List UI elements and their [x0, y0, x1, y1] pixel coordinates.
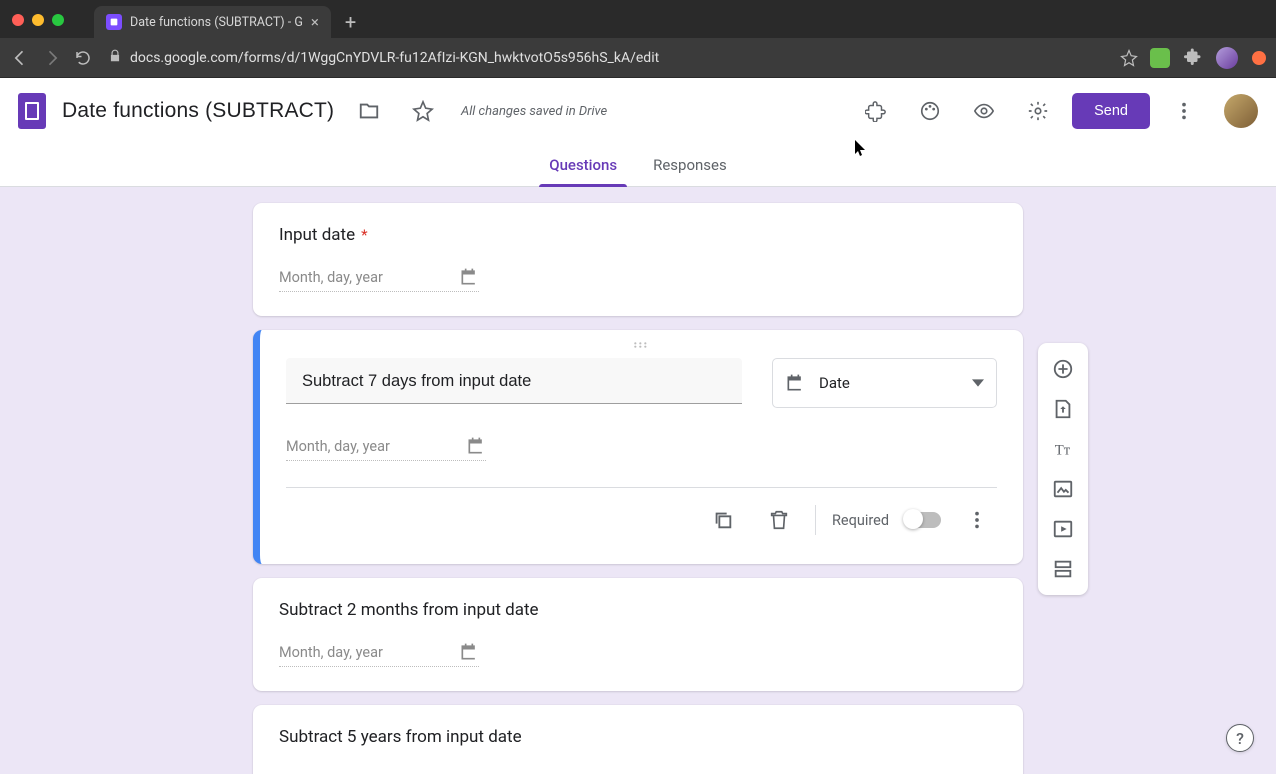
- date-answer-preview: Month, day, year: [279, 642, 479, 667]
- browser-tab-title: Date functions (SUBTRACT) - G: [130, 15, 303, 30]
- question-title-text: Subtract 5 years from input date: [279, 727, 522, 747]
- send-button[interactable]: Send: [1072, 93, 1150, 129]
- add-title-button[interactable]: Tᴛ: [1042, 429, 1084, 469]
- question-more-button[interactable]: [957, 500, 997, 540]
- forms-logo-icon[interactable]: [18, 93, 46, 129]
- add-video-button[interactable]: [1042, 509, 1084, 549]
- window-maximize-icon[interactable]: [52, 14, 64, 26]
- calendar-icon: [466, 436, 486, 456]
- question-title: Subtract 5 years from input date: [279, 727, 997, 747]
- extension-icon[interactable]: [1150, 48, 1170, 68]
- save-status: All changes saved in Drive: [461, 104, 607, 119]
- tab-close-icon[interactable]: ×: [311, 15, 319, 30]
- date-placeholder: Month, day, year: [279, 269, 441, 286]
- browser-toolbar: docs.google.com/forms/d/1WggCnYDVLR-fu12…: [0, 38, 1276, 78]
- question-title: Subtract 2 months from input date: [279, 600, 997, 620]
- browser-toolbar-right: [1150, 47, 1266, 69]
- question-card[interactable]: Subtract 5 years from input date: [253, 705, 1023, 774]
- extensions-puzzle-icon[interactable]: [1184, 47, 1202, 69]
- update-indicator-icon[interactable]: [1252, 51, 1266, 65]
- question-type-select[interactable]: Date: [772, 358, 997, 408]
- chevron-down-icon: [972, 377, 984, 389]
- app-header: All changes saved in Drive Send: [0, 78, 1276, 144]
- duplicate-button[interactable]: [703, 500, 743, 540]
- footer-separator: [815, 505, 816, 535]
- browser-tab[interactable]: Date functions (SUBTRACT) - G ×: [94, 6, 331, 38]
- question-title-input[interactable]: [286, 358, 742, 404]
- settings-button[interactable]: [1018, 91, 1058, 131]
- question-title-text: Subtract 2 months from input date: [279, 600, 539, 620]
- svg-text:Tᴛ: Tᴛ: [1055, 443, 1071, 459]
- tab-questions[interactable]: Questions: [545, 144, 621, 186]
- more-menu-button[interactable]: [1164, 91, 1204, 131]
- date-answer-preview: Month, day, year: [279, 267, 479, 292]
- window-controls: [0, 14, 64, 38]
- add-question-button[interactable]: [1042, 349, 1084, 389]
- question-title-text: Input date: [279, 225, 355, 245]
- window-close-icon[interactable]: [12, 14, 24, 26]
- question-card-footer: Required: [286, 488, 997, 540]
- form-tabs: Questions Responses: [0, 144, 1276, 187]
- calendar-icon: [785, 373, 805, 393]
- add-section-button[interactable]: [1042, 549, 1084, 589]
- delete-button[interactable]: [759, 500, 799, 540]
- question-card[interactable]: Input date * Month, day, year: [253, 203, 1023, 316]
- calendar-icon: [459, 267, 479, 287]
- address-bar[interactable]: docs.google.com/forms/d/1WggCnYDVLR-fu12…: [108, 49, 1108, 67]
- lock-icon: [108, 49, 122, 67]
- url-text: docs.google.com/forms/d/1WggCnYDVLR-fu12…: [130, 50, 659, 66]
- tab-responses[interactable]: Responses: [649, 144, 731, 186]
- forward-icon[interactable]: [42, 48, 62, 68]
- move-to-folder-button[interactable]: [349, 91, 389, 131]
- window-minimize-icon[interactable]: [32, 14, 44, 26]
- form-canvas[interactable]: Input date * Month, day, year Date: [0, 187, 1276, 774]
- profile-avatar-small[interactable]: [1216, 47, 1238, 69]
- question-card[interactable]: Subtract 2 months from input date Month,…: [253, 578, 1023, 691]
- bookmark-star-icon[interactable]: [1120, 49, 1138, 67]
- required-toggle[interactable]: [905, 512, 941, 528]
- new-tab-button[interactable]: +: [331, 12, 370, 38]
- required-star-icon: *: [361, 226, 367, 244]
- date-placeholder: Month, day, year: [279, 644, 441, 661]
- question-title: Input date *: [279, 225, 997, 245]
- preview-button[interactable]: [964, 91, 1004, 131]
- question-type-label: Date: [819, 374, 850, 392]
- reload-icon[interactable]: [74, 49, 92, 67]
- date-answer-preview: Month, day, year: [286, 436, 486, 461]
- document-title-input[interactable]: [60, 98, 335, 124]
- help-button[interactable]: ?: [1226, 724, 1254, 752]
- forms-favicon-icon: [106, 14, 122, 30]
- question-side-toolbar: Tᴛ: [1038, 343, 1088, 595]
- add-image-button[interactable]: [1042, 469, 1084, 509]
- import-questions-button[interactable]: [1042, 389, 1084, 429]
- star-button[interactable]: [403, 91, 443, 131]
- browser-titlebar: Date functions (SUBTRACT) - G × +: [0, 0, 1276, 38]
- date-placeholder: Month, day, year: [286, 438, 448, 455]
- required-label: Required: [832, 512, 889, 529]
- back-icon[interactable]: [10, 48, 30, 68]
- question-card-selected[interactable]: Date Month, day, year Required: [253, 330, 1023, 564]
- calendar-icon: [459, 642, 479, 662]
- drag-handle-icon[interactable]: [260, 338, 1023, 352]
- customize-theme-button[interactable]: [910, 91, 950, 131]
- addons-button[interactable]: [856, 91, 896, 131]
- account-avatar[interactable]: [1224, 94, 1258, 128]
